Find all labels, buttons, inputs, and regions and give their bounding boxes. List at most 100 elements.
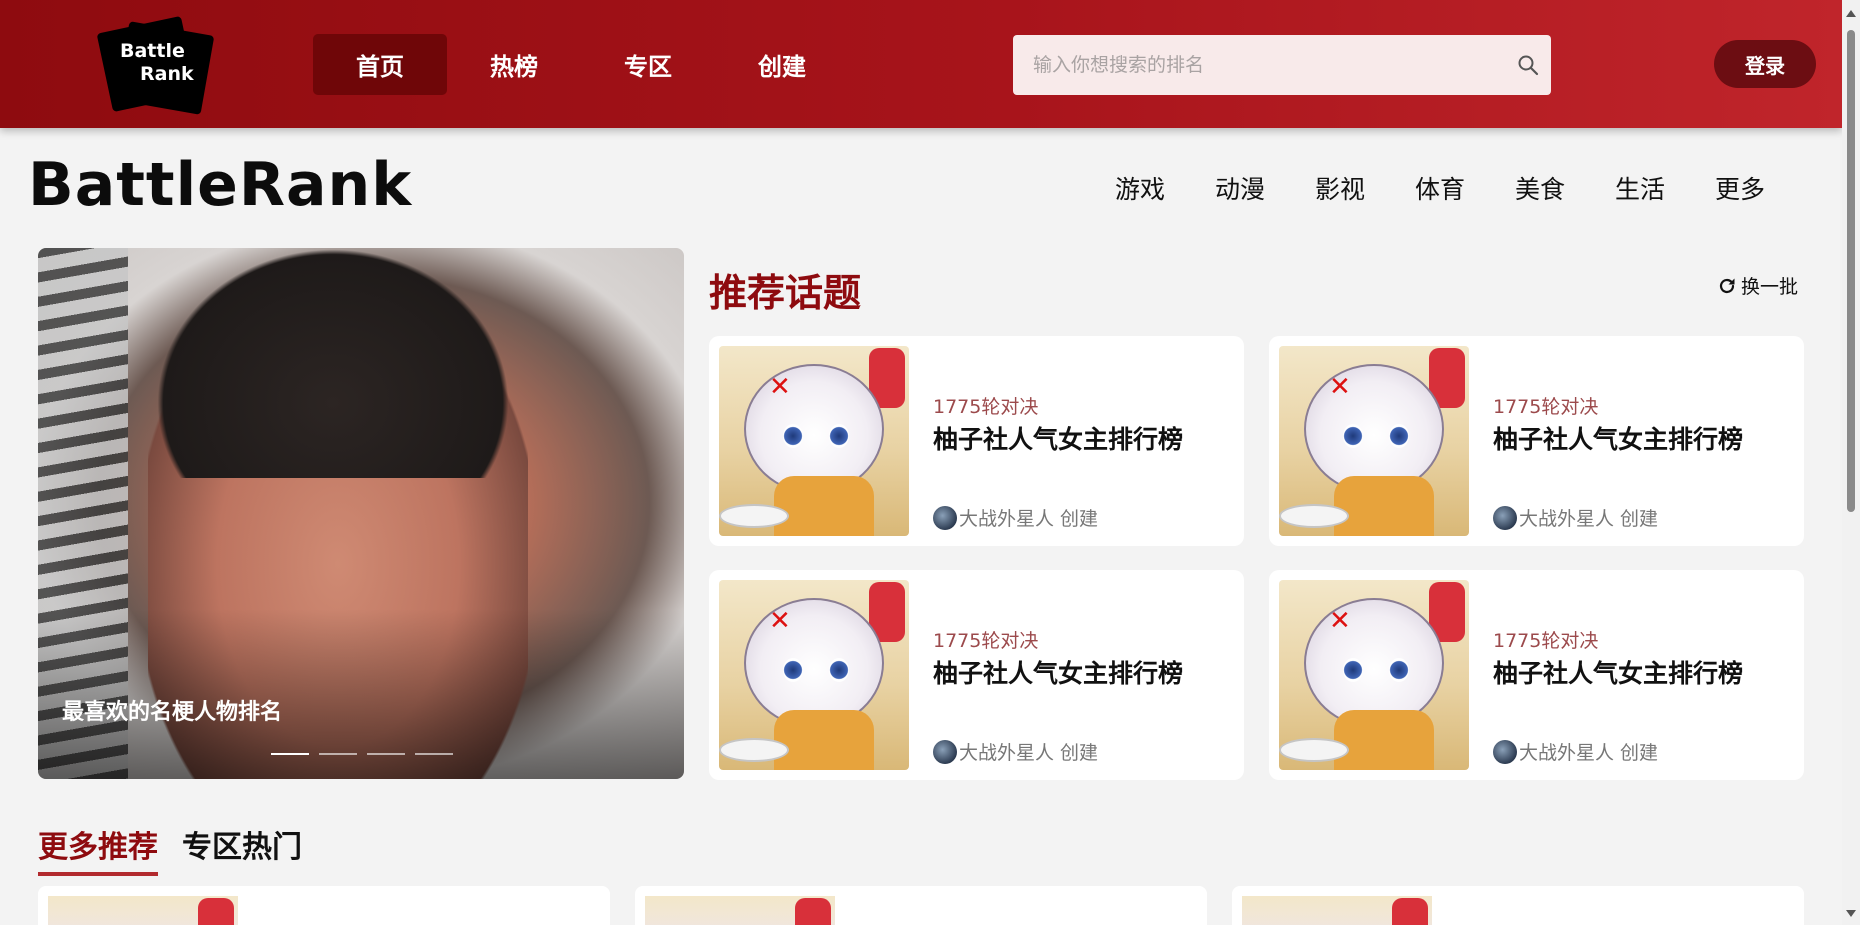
thumbnail-eye	[1343, 658, 1363, 682]
anger-mark-icon: ✕	[1329, 372, 1351, 402]
thumbnail-eye	[1389, 424, 1409, 448]
battlerank-logo[interactable]: Battle Rank	[96, 15, 215, 115]
thumbnail-character-body	[1334, 710, 1434, 770]
category-anime[interactable]: 动漫	[1215, 170, 1315, 206]
topic-card[interactable]: ✕ 1775轮对决 柚子社人气女主排行榜 大战外星人 创建	[709, 336, 1244, 546]
thumbnail-eye	[829, 658, 849, 682]
topic-card[interactable]: ✕ 1775轮对决 柚子社人气女主排行榜 大战外星人 创建	[1269, 570, 1804, 780]
logo-text-line1: Battle	[120, 40, 185, 62]
list-card-thumbnail	[645, 896, 835, 925]
topic-round-count: 1775轮对决	[933, 630, 1039, 652]
logo-text: Battle Rank	[120, 40, 194, 86]
topic-author[interactable]: 大战外星人 创建	[933, 738, 1098, 765]
login-button[interactable]: 登录	[1714, 40, 1816, 88]
topic-title[interactable]: 柚子社人气女主排行榜	[1493, 420, 1743, 456]
brand-title: BattleRank	[28, 150, 413, 220]
category-sports[interactable]: 体育	[1415, 170, 1515, 206]
author-avatar	[1493, 505, 1517, 530]
carousel-dot-1[interactable]	[271, 753, 309, 755]
thumbnail-character-head	[1304, 598, 1444, 728]
thumbnail-bow	[198, 898, 234, 925]
anger-mark-icon: ✕	[769, 372, 791, 402]
page-scrollbar[interactable]	[1842, 0, 1860, 925]
refresh-icon	[1717, 276, 1737, 296]
topic-thumbnail: ✕	[1279, 346, 1469, 536]
list-card[interactable]	[38, 886, 610, 925]
thumbnail-character-body	[774, 710, 874, 770]
topic-author[interactable]: 大战外星人 创建	[1493, 504, 1658, 531]
thumbnail-bow	[1392, 898, 1428, 925]
thumbnail-character-head	[744, 598, 884, 728]
carousel-dot-4[interactable]	[415, 753, 453, 755]
category-life[interactable]: 生活	[1615, 170, 1715, 206]
tab-more-recommended[interactable]: 更多推荐	[38, 822, 158, 876]
thumbnail-character-body	[1334, 476, 1434, 536]
carousel-dot-2[interactable]	[319, 753, 357, 755]
thumbnail-bowl	[719, 738, 789, 762]
carousel-indicators	[271, 753, 463, 755]
topic-round-count: 1775轮对决	[1493, 396, 1599, 418]
author-avatar	[1493, 739, 1517, 764]
category-food[interactable]: 美食	[1515, 170, 1615, 206]
nav-home[interactable]: 首页	[313, 34, 447, 95]
topic-thumbnail: ✕	[719, 580, 909, 770]
carousel-dot-3[interactable]	[367, 753, 405, 755]
thumbnail-character-head	[1304, 364, 1444, 494]
category-more[interactable]: 更多	[1715, 170, 1815, 206]
topic-round-count: 1775轮对决	[1493, 630, 1599, 652]
main-nav: 首页 热榜 专区 创建	[313, 34, 849, 95]
author-label: 大战外星人 创建	[1519, 742, 1659, 764]
search-icon[interactable]	[1505, 53, 1551, 77]
thumbnail-character-body	[774, 476, 874, 536]
topic-author[interactable]: 大战外星人 创建	[933, 504, 1098, 531]
topic-card[interactable]: ✕ 1775轮对决 柚子社人气女主排行榜 大战外星人 创建	[1269, 336, 1804, 546]
topic-round-count: 1775轮对决	[933, 396, 1039, 418]
refresh-label: 换一批	[1741, 276, 1799, 298]
logo-text-line2: Rank	[140, 63, 194, 85]
author-avatar	[933, 505, 957, 530]
top-navigation-bar: Battle Rank 首页 热榜 专区 创建 登录	[0, 0, 1842, 128]
topic-card[interactable]: ✕ 1775轮对决 柚子社人气女主排行榜 大战外星人 创建	[709, 570, 1244, 780]
list-card-thumbnail	[1242, 896, 1432, 925]
topic-thumbnail: ✕	[719, 346, 909, 536]
nav-create[interactable]: 创建	[715, 34, 849, 95]
list-card-thumbnail	[48, 896, 238, 925]
list-card[interactable]	[1232, 886, 1804, 925]
thumbnail-bow	[795, 898, 831, 925]
refresh-button[interactable]: 换一批	[1717, 272, 1798, 299]
carousel-image-hair	[133, 248, 533, 478]
category-film[interactable]: 影视	[1315, 170, 1415, 206]
thumbnail-eye	[1343, 424, 1363, 448]
author-label: 大战外星人 创建	[959, 508, 1099, 530]
tab-zone-hot[interactable]: 专区热门	[182, 822, 302, 876]
thumbnail-eye	[829, 424, 849, 448]
anger-mark-icon: ✕	[769, 606, 791, 636]
scroll-up-arrow-icon[interactable]	[1846, 10, 1856, 17]
author-label: 大战外星人 创建	[1519, 508, 1659, 530]
featured-carousel[interactable]: 最喜欢的名梗人物排名	[38, 248, 684, 779]
recommended-topics-title: 推荐话题	[709, 271, 862, 315]
thumbnail-character-head	[744, 364, 884, 494]
author-avatar	[933, 739, 957, 764]
section-tabs: 更多推荐 专区热门	[38, 822, 326, 876]
category-games[interactable]: 游戏	[1115, 170, 1215, 206]
topic-title[interactable]: 柚子社人气女主排行榜	[933, 420, 1183, 456]
carousel-caption[interactable]: 最喜欢的名梗人物排名	[62, 694, 282, 726]
nav-zone[interactable]: 专区	[581, 34, 715, 95]
topic-title[interactable]: 柚子社人气女主排行榜	[933, 654, 1183, 690]
search-bar	[1013, 35, 1551, 95]
topic-author[interactable]: 大战外星人 创建	[1493, 738, 1658, 765]
search-input[interactable]	[1013, 35, 1505, 95]
thumbnail-bowl	[1279, 504, 1349, 528]
category-nav: 游戏 动漫 影视 体育 美食 生活 更多	[1115, 170, 1815, 206]
author-label: 大战外星人 创建	[959, 742, 1099, 764]
scrollbar-thumb[interactable]	[1847, 30, 1855, 512]
nav-hot[interactable]: 热榜	[447, 34, 581, 95]
thumbnail-eye	[1389, 658, 1409, 682]
thumbnail-eye	[783, 658, 803, 682]
thumbnail-bowl	[719, 504, 789, 528]
scroll-down-arrow-icon[interactable]	[1846, 910, 1856, 917]
list-card[interactable]	[635, 886, 1207, 925]
anger-mark-icon: ✕	[1329, 606, 1351, 636]
topic-title[interactable]: 柚子社人气女主排行榜	[1493, 654, 1743, 690]
